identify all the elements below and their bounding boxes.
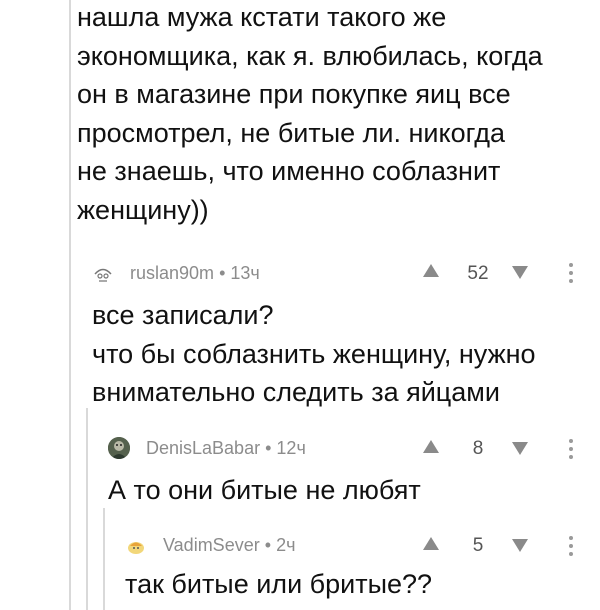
comment-body: все записали? что бы соблазнить женщину,… xyxy=(92,296,536,412)
comment-line: А то они битые не любят xyxy=(108,475,421,505)
meta-separator: • xyxy=(264,535,272,555)
triangle-down-icon[interactable] xyxy=(512,442,528,455)
parent-comment-line: просмотрел, не битые ли. никогда xyxy=(77,117,506,148)
comment-rating: 52 xyxy=(467,263,489,284)
comment-line: внимательно следить за яйцами xyxy=(92,377,500,407)
thread-line-level-3[interactable] xyxy=(103,508,105,610)
comment-time[interactable]: 2ч xyxy=(276,535,295,555)
user-avatar-icon xyxy=(125,535,147,557)
triangle-up-icon[interactable] xyxy=(423,264,439,277)
comment-time[interactable]: 13ч xyxy=(230,263,259,283)
triangle-up-icon[interactable] xyxy=(423,440,439,453)
avatar[interactable] xyxy=(92,262,114,284)
comment-time[interactable]: 12ч xyxy=(276,438,305,458)
default-avatar-icon xyxy=(92,262,114,284)
user-avatar-icon xyxy=(108,437,130,459)
triangle-down-icon[interactable] xyxy=(512,539,528,552)
comment-author[interactable]: ruslan90m xyxy=(130,263,214,283)
parent-comment-line: нашла мужа кстати такого же xyxy=(77,2,447,32)
triangle-up-icon[interactable] xyxy=(423,537,439,550)
parent-comment-line: не знаешь, что именно соблазнит xyxy=(77,156,501,186)
comment-line: так битые или бритые?? xyxy=(125,569,433,599)
vertical-dots-icon[interactable] xyxy=(569,263,573,287)
comment-author[interactable]: DenisLaBabar xyxy=(146,438,260,458)
comment-author[interactable]: VadimSever xyxy=(163,535,260,555)
vertical-dots-icon[interactable] xyxy=(569,536,573,560)
parent-comment-line: экономщика, как я. влюбилась, когда xyxy=(77,40,543,71)
comment-line: все записали? xyxy=(92,300,274,330)
triangle-down-icon[interactable] xyxy=(512,266,528,279)
comment-line: что бы соблазнить женщину, нужно xyxy=(92,338,536,369)
comment-rating: 5 xyxy=(472,535,484,556)
thread-line-level-2[interactable] xyxy=(86,408,88,610)
comment-meta: ruslan90m • 13ч xyxy=(130,263,260,284)
comment-meta: DenisLaBabar • 12ч xyxy=(146,438,306,459)
meta-separator: • xyxy=(265,438,272,458)
parent-comment-line: женщину)) xyxy=(77,194,209,225)
vertical-dots-icon[interactable] xyxy=(569,439,573,463)
comment-meta: VadimSever • 2ч xyxy=(163,535,295,556)
avatar[interactable] xyxy=(125,535,147,557)
parent-comment-body: нашла мужа кстати такого же экономщика, … xyxy=(77,0,543,229)
parent-comment-line: он в магазине при покупке яиц все xyxy=(77,79,511,109)
comment-body: А то они битые не любят xyxy=(108,471,421,510)
avatar[interactable] xyxy=(108,437,130,459)
meta-separator: • xyxy=(219,263,226,283)
comment-body: так битые или бритые?? xyxy=(125,565,432,604)
comment-rating: 8 xyxy=(472,438,484,459)
thread-line-level-1[interactable] xyxy=(69,0,71,610)
